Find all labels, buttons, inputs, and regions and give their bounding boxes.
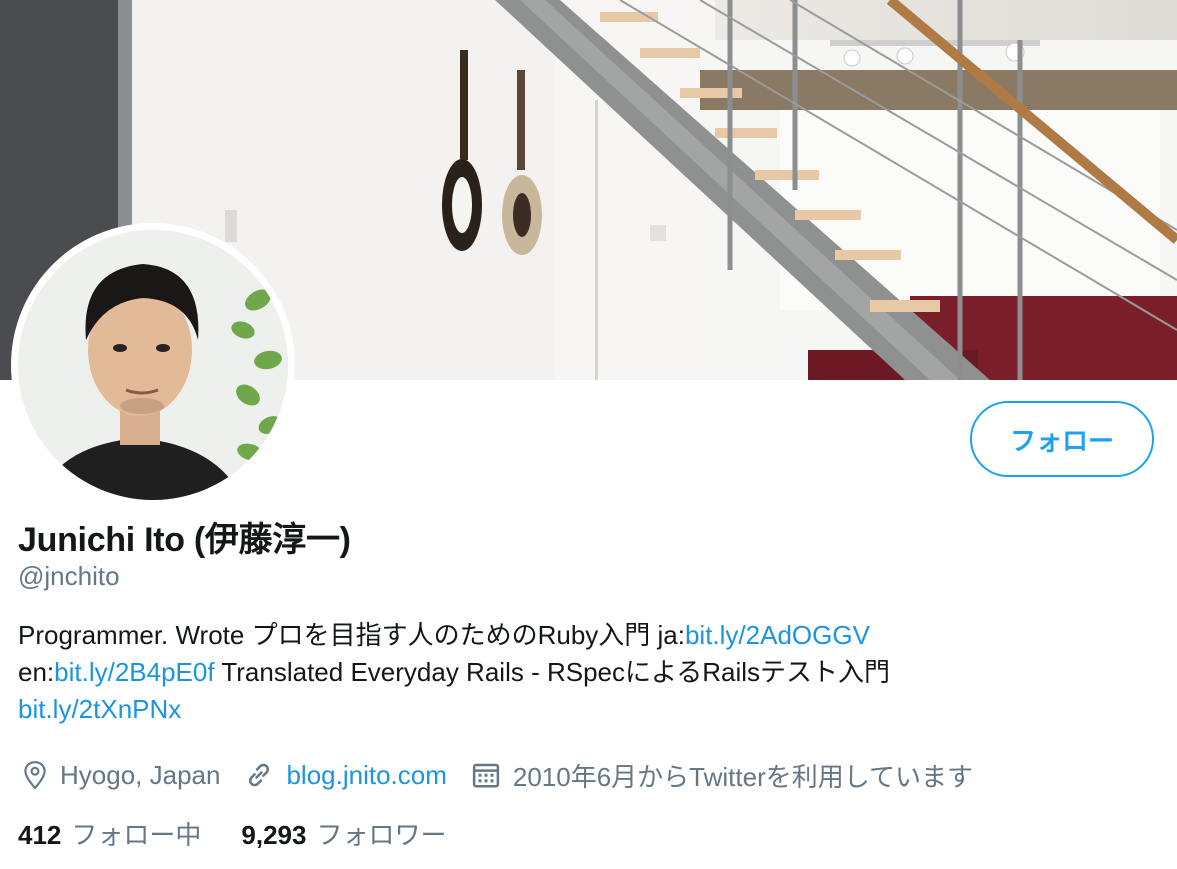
following-label: フォロー中 (71, 820, 202, 850)
bio-link-ja[interactable]: bit.ly/2AdOGGV (685, 620, 870, 650)
profile-handle[interactable]: @jnchito (18, 561, 120, 592)
profile-avatar[interactable] (11, 223, 295, 507)
profile-website: blog.jnito.com (244, 760, 447, 791)
profile-stats: 412 フォロー中 9,293 フォロワー (18, 815, 487, 852)
profile-bio: Programmer. Wrote プロを目指す人のためのRuby入門 ja:b… (18, 617, 1148, 728)
location-text: Hyogo, Japan (60, 759, 221, 790)
avatar-photo (18, 230, 288, 500)
bio-text: en: (18, 657, 55, 687)
follow-button[interactable]: フォロー (970, 401, 1154, 477)
link-icon (249, 763, 270, 787)
followers-label: フォロワー (316, 820, 447, 850)
following-count: 412 (18, 820, 62, 850)
joined-text: 2010年6月からTwitterを利用しています (512, 761, 973, 792)
bio-text: Programmer. Wrote プロを目指す人のためのRuby入門 ja: (18, 620, 685, 650)
calendar-icon (472, 763, 499, 788)
location-pin-icon (24, 761, 46, 790)
bio-link-rspec[interactable]: bit.ly/2tXnPNx (18, 694, 181, 724)
bio-line-3: bit.ly/2tXnPNx (18, 691, 1148, 728)
bio-text: Translated Everyday Rails - RSpecによるRail… (214, 657, 890, 687)
bio-link-en[interactable]: bit.ly/2B4pE0f (54, 657, 214, 687)
website-link[interactable]: blog.jnito.com (286, 760, 446, 791)
bio-line-1: Programmer. Wrote プロを目指す人のためのRuby入門 ja:b… (18, 617, 1148, 654)
followers-count: 9,293 (241, 820, 307, 850)
followers-stat[interactable]: 9,293 フォロワー (241, 815, 446, 852)
bio-line-2: en:bit.ly/2B4pE0f Translated Everyday Ra… (18, 654, 1148, 691)
profile-joined: 2010年6月からTwitterを利用しています (471, 757, 973, 794)
profile-meta: Hyogo, Japan blog.jnito.com 2010年6月からTwi… (22, 755, 997, 795)
profile-display-name: Junichi Ito (伊藤淳一) (18, 521, 351, 559)
following-stat[interactable]: 412 フォロー中 (18, 815, 201, 852)
avatar-illustration (18, 230, 288, 500)
profile-location: Hyogo, Japan (22, 760, 220, 791)
